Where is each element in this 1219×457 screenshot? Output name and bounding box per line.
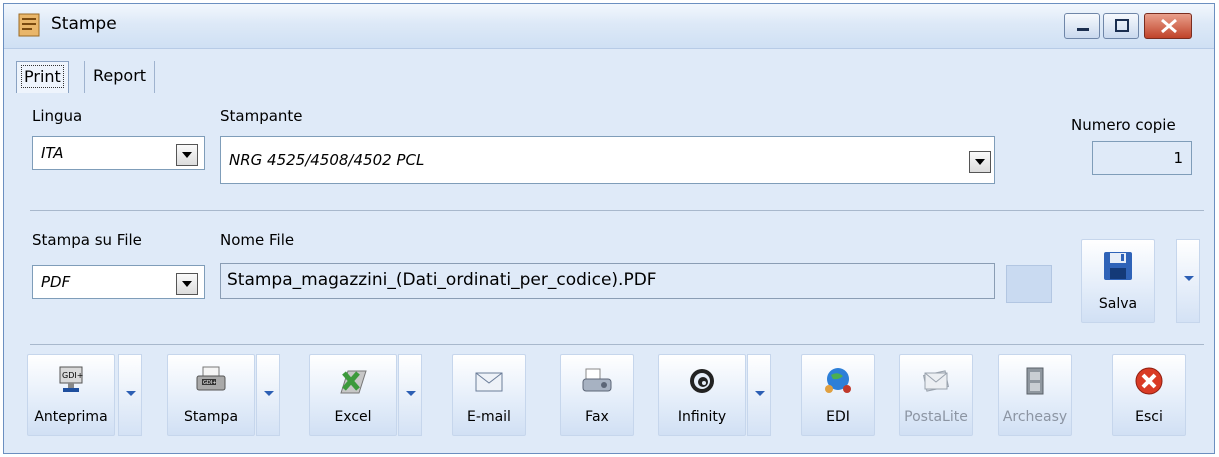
fax-icon — [582, 368, 612, 392]
window-title: Stampe — [51, 14, 117, 34]
fax-label: Fax — [585, 409, 609, 425]
stampante-label: Stampante — [220, 107, 303, 125]
printer-icon: GDI+ — [196, 366, 226, 391]
tab-report[interactable]: Report — [84, 61, 156, 93]
tab-print[interactable]: Print — [16, 61, 69, 93]
tab-strip: Print Report — [4, 49, 1214, 95]
excel-icon — [340, 370, 367, 394]
exit-x-icon — [1135, 367, 1163, 395]
svg-text:GDI+: GDI+ — [62, 371, 83, 380]
section-divider — [30, 344, 1204, 345]
minimize-icon — [1077, 28, 1089, 31]
excel-button[interactable]: Excel — [309, 354, 397, 436]
close-icon — [1161, 18, 1177, 34]
lingua-select[interactable]: ITA — [32, 136, 205, 170]
anteprima-button[interactable]: GDI+ Anteprima — [27, 354, 115, 436]
print-dialog-window: Stampe Print Report Lingua ITA Stampante… — [3, 3, 1215, 454]
email-label: E-mail — [467, 409, 511, 425]
stampante-value: NRG 4525/4508/4502 PCL — [229, 151, 425, 169]
close-button[interactable] — [1144, 13, 1192, 39]
archeasy-button[interactable]: Archeasy — [998, 354, 1072, 436]
section-divider — [30, 210, 1204, 211]
infinity-button[interactable]: Infinity — [658, 354, 746, 436]
maximize-icon — [1115, 19, 1129, 32]
anteprima-dropdown-button[interactable] — [118, 354, 142, 436]
floppy-disk-icon — [1104, 252, 1132, 280]
stampa-su-file-label: Stampa su File — [32, 231, 142, 249]
stampa-label: Stampa — [183, 409, 239, 425]
envelope-icon — [475, 372, 503, 392]
copies-input[interactable]: 1 — [1092, 141, 1192, 175]
fax-button[interactable]: Fax — [560, 354, 634, 436]
esci-label: Esci — [1135, 409, 1163, 425]
browse-file-button[interactable] — [1006, 265, 1052, 303]
minimize-button[interactable] — [1064, 13, 1100, 39]
lingua-value: ITA — [41, 144, 64, 162]
copies-label: Numero copie — [1071, 116, 1176, 134]
svg-text:GDI+: GDI+ — [203, 380, 216, 386]
chevron-down-icon[interactable] — [969, 151, 991, 173]
title-bar: Stampe — [4, 4, 1214, 49]
postalite-button[interactable]: PostaLite — [899, 354, 973, 436]
infinity-label: Infinity — [677, 409, 727, 425]
monitor-preview-icon: GDI+ — [59, 366, 83, 392]
stampa-dropdown-button[interactable] — [256, 354, 280, 436]
archeasy-label: Archeasy — [1002, 409, 1068, 425]
copies-value: 1 — [1173, 149, 1183, 167]
email-button[interactable]: E-mail — [452, 354, 526, 436]
excel-dropdown-button[interactable] — [398, 354, 422, 436]
stampa-su-file-value: PDF — [41, 273, 71, 291]
anteprima-label: Anteprima — [34, 409, 108, 425]
chevron-down-icon[interactable] — [176, 273, 198, 295]
excel-label: Excel — [334, 409, 372, 425]
maximize-button[interactable] — [1103, 13, 1139, 39]
postalite-label: PostaLite — [904, 409, 968, 425]
tab-report-label: Report — [93, 66, 147, 85]
save-label: Salva — [1098, 296, 1138, 312]
save-button[interactable]: Salva — [1081, 239, 1155, 323]
save-dropdown-button[interactable] — [1176, 239, 1200, 323]
edi-label: EDI — [826, 409, 850, 425]
stampante-select[interactable]: NRG 4525/4508/4502 PCL — [220, 136, 995, 184]
mail-stack-icon — [922, 370, 950, 392]
nome-file-value: Stampa_magazzini_(Dati_ordinati_per_codi… — [227, 270, 657, 290]
esci-button[interactable]: Esci — [1112, 354, 1186, 436]
document-icon — [18, 13, 40, 37]
filing-cabinet-icon — [1026, 367, 1044, 395]
stampa-su-file-select[interactable]: PDF — [32, 265, 205, 299]
stampa-button[interactable]: GDI+ Stampa — [167, 354, 255, 436]
nome-file-input[interactable]: Stampa_magazzini_(Dati_ordinati_per_codi… — [220, 263, 995, 299]
tab-print-label: Print — [21, 65, 64, 88]
infinity-dropdown-button[interactable] — [747, 354, 771, 436]
nome-file-label: Nome File — [220, 231, 295, 249]
infinity-swirl-icon — [690, 369, 714, 393]
chevron-down-icon[interactable] — [176, 144, 198, 166]
edi-button[interactable]: EDI — [801, 354, 875, 436]
globe-people-icon — [825, 368, 851, 393]
lingua-label: Lingua — [32, 107, 83, 125]
